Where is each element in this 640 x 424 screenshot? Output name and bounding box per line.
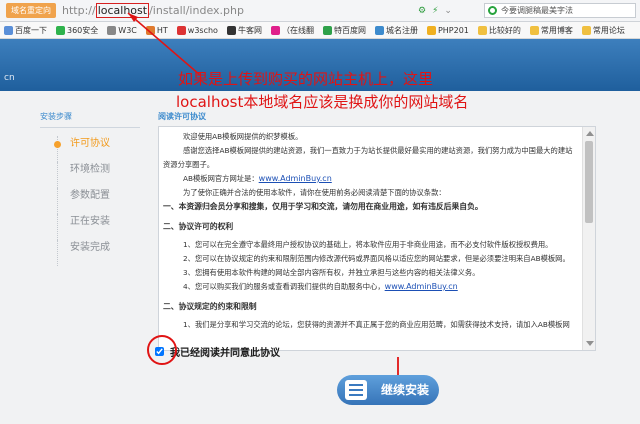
- continue-install-button[interactable]: 继续安装: [337, 375, 439, 405]
- bookmark-item[interactable]: 特百度网: [322, 25, 366, 36]
- section-title: 阅读许可协议: [158, 111, 596, 127]
- bookmark-item[interactable]: w3scho: [176, 25, 218, 35]
- highlight-circle: [147, 335, 177, 365]
- gear-icon[interactable]: ⚙: [418, 6, 426, 16]
- bookmark-icon: [56, 25, 65, 35]
- bookmark-icon: [176, 25, 186, 35]
- step-config: 参数配置: [40, 188, 140, 214]
- license-text: 欢迎使用AB模板网提供的织梦模板。 感谢您选择AB模板网提供的建站资源，我们一直…: [163, 132, 573, 329]
- steps-title: 安装步骤: [40, 111, 140, 128]
- chevron-down-icon[interactable]: ⌄: [444, 6, 452, 16]
- step-license: 许可协议: [40, 136, 140, 162]
- agree-label[interactable]: 我已经阅读并同意此协议: [170, 344, 280, 359]
- bookmark-item[interactable]: （在线翻: [270, 25, 314, 36]
- adminbuy-link[interactable]: www.AdminBuy.cn: [385, 282, 458, 291]
- step-complete: 安装完成: [40, 240, 140, 266]
- bookmark-item[interactable]: 比较好的: [477, 25, 521, 36]
- annotation-line-2: localhost本地域名应该是换成你的网站域名: [176, 93, 469, 111]
- bookmark-icon: [226, 25, 236, 35]
- bookmark-icon: [145, 25, 155, 35]
- url-prefix: http://: [62, 4, 96, 17]
- bookmark-item[interactable]: 常用博客: [529, 25, 573, 36]
- bookmark-icon: [322, 25, 332, 35]
- install-page: cn 如果是上传到购买的网站主机上，这里 localhost本地域名应该是换成你…: [0, 12, 640, 424]
- bookmark-item[interactable]: W3C: [107, 25, 137, 35]
- bookmark-item[interactable]: 城名注册: [374, 25, 418, 36]
- lightning-icon[interactable]: ⚡: [432, 6, 438, 16]
- bookmark-item[interactable]: PHP201: [426, 25, 469, 35]
- bookmark-item[interactable]: 常用论坛: [581, 25, 625, 36]
- bookmark-item[interactable]: HT: [145, 25, 168, 35]
- address-bar: 域名重定向 http://localhost/install/index.php…: [0, 0, 640, 22]
- scroll-up-icon[interactable]: [586, 131, 594, 136]
- bookmark-icon: [374, 25, 384, 35]
- step-installing: 正在安装: [40, 214, 140, 240]
- install-steps: 安装步骤 许可协议 环境检测 参数配置 正在安装 安装完成: [40, 111, 140, 266]
- search-input[interactable]: 今要调腿稿最美字法: [484, 3, 636, 18]
- folder-icon: [477, 25, 487, 35]
- annotation-line-1: 如果是上传到购买的网站主机上，这里: [178, 70, 434, 88]
- agree-row: 我已经阅读并同意此协议: [147, 335, 280, 365]
- bookmark-icon: [4, 25, 13, 35]
- active-step-dot-icon: [54, 141, 61, 148]
- step-env-check: 环境检测: [40, 162, 140, 188]
- bookmark-icon: [270, 25, 280, 35]
- scroll-thumb[interactable]: [585, 141, 593, 223]
- bookmark-item[interactable]: 牛客网: [226, 25, 262, 36]
- logo-subtext: cn: [4, 73, 15, 83]
- bookmark-icon: [107, 25, 117, 35]
- redirect-button[interactable]: 域名重定向: [6, 3, 56, 18]
- url-field[interactable]: http://localhost/install/index.php: [62, 3, 244, 18]
- search-text: 今要调腿稿最美字法: [501, 6, 573, 15]
- bookmark-item[interactable]: 百度一下: [4, 25, 47, 36]
- adminbuy-link[interactable]: www.AdminBuy.cn: [259, 174, 332, 183]
- bookmarks-bar: 百度一下 360安全 W3C HT w3scho 牛客网 （在线翻 特百度网 城…: [0, 22, 640, 39]
- address-actions: ⚙ ⚡ ⌄: [418, 3, 452, 18]
- license-textbox[interactable]: 欢迎使用AB模板网提供的织梦模板。 感谢您选择AB模板网提供的建站资源，我们一直…: [158, 126, 596, 351]
- folder-icon: [529, 25, 539, 35]
- folder-icon: [581, 25, 591, 35]
- bookmark-icon: [426, 25, 436, 35]
- main-panel: 阅读许可协议 欢迎使用AB模板网提供的织梦模板。 感谢您选择AB模板网提供的建站…: [158, 111, 596, 351]
- list-icon: [345, 380, 367, 400]
- scroll-down-icon[interactable]: [586, 341, 594, 346]
- license-scrollbar[interactable]: [582, 127, 595, 350]
- url-host: localhost: [95, 3, 150, 18]
- url-path: /install/index.php: [149, 4, 244, 17]
- bookmark-item[interactable]: 360安全: [56, 25, 98, 36]
- search-icon: [488, 6, 497, 15]
